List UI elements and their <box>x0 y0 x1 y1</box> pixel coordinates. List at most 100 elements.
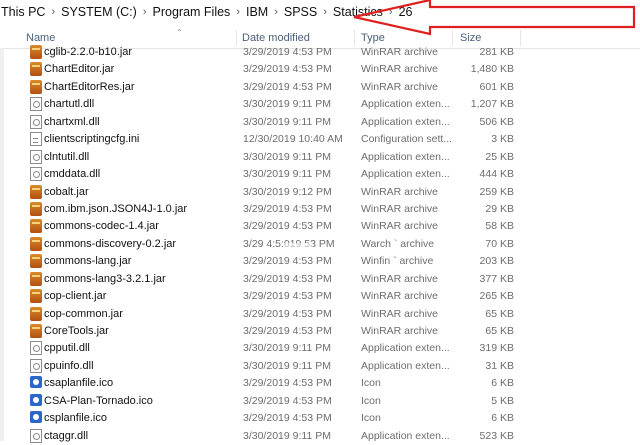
file-date-modified: 3/30/2019 9:11 PM <box>243 429 331 442</box>
file-size: 265 KB <box>479 290 514 303</box>
file-name[interactable]: csplanfile.ico <box>44 412 107 424</box>
breadcrumb-system-drive[interactable]: SYSTEM (C:) <box>57 5 141 19</box>
file-type: WinRAR archive <box>361 307 439 320</box>
file-date-modified: 3/29/2019 4:53 PM <box>243 220 332 233</box>
dll-icon <box>30 358 42 373</box>
file-row[interactable]: clntutil.dll 3/30/2019 9:11 PM Application… <box>0 149 640 166</box>
column-header-name[interactable]: Name <box>26 32 55 44</box>
file-row[interactable]: ChartEditorRes.jar 3/29/2019 4:53 PM WinRA… <box>0 79 640 96</box>
breadcrumb-separator-icon[interactable]: › <box>234 6 242 18</box>
file-name[interactable]: CoreTools.jar <box>44 325 109 337</box>
file-date-modified: 3/29/2019 4:53 PM <box>243 202 332 215</box>
file-row[interactable]: cglib-2.2.0-b10.jar 3/29/2019 4:53 PM WinR… <box>0 44 640 61</box>
file-row[interactable]: CSA-Plan-Tornado.ico 3/29/2019 4:53 PM Ico… <box>0 393 640 410</box>
ico-icon <box>30 376 42 389</box>
file-type: WinRAR archive <box>361 63 439 76</box>
file-name[interactable]: cop-common.jar <box>44 308 123 320</box>
file-name[interactable]: ChartEditorRes.jar <box>44 81 134 93</box>
file-row[interactable]: csaplanfile.ico 3/29/2019 4:53 PM Icon 6 KB <box>0 375 640 392</box>
file-date-modified: 3/30/2019 9:11 PM <box>243 168 331 181</box>
file-size: 25 KB <box>485 150 514 163</box>
file-row[interactable]: commons-lang.jar 3/29/2019 4:53 PM Winfin … <box>0 253 640 270</box>
jar-icon <box>30 219 42 234</box>
file-row[interactable]: cop-client.jar 3/29/2019 4:53 PM WinRAR ar… <box>0 288 640 305</box>
file-size: 3 KB <box>491 133 514 146</box>
file-size: 281 KB <box>479 46 514 58</box>
file-name[interactable]: ChartEditor.jar <box>44 63 114 75</box>
file-row[interactable]: cpuinfo.dll 3/30/2019 9:11 PM Application … <box>0 358 640 375</box>
file-name[interactable]: cpputil.dll <box>44 342 90 354</box>
file-name[interactable]: commons-lang.jar <box>44 255 131 267</box>
breadcrumb-this-pc[interactable]: This PC <box>1 5 49 19</box>
breadcrumb-ibm[interactable]: IBM <box>242 5 272 19</box>
file-type: Application exten... <box>361 342 450 355</box>
file-type: WinRAR archive <box>361 185 439 198</box>
video-blur-artifact <box>283 243 313 257</box>
file-row[interactable]: chartutl.dll 3/30/2019 9:11 PM Application… <box>0 96 640 113</box>
ini-icon <box>30 132 42 147</box>
file-type: Application exten... <box>361 359 450 372</box>
file-date-modified: 3/30/2019 9:11 PM <box>243 342 331 355</box>
file-row[interactable]: ctaggr.dll 3/30/2019 9:11 PM Application e… <box>0 428 640 445</box>
file-name[interactable]: csaplanfile.ico <box>44 377 113 389</box>
file-list[interactable]: cglib-2.2.0-b10.jar 3/29/2019 4:53 PM WinR… <box>0 44 640 445</box>
file-row[interactable]: ChartEditor.jar 3/29/2019 4:53 PM WinRAR a… <box>0 61 640 78</box>
file-row[interactable]: cpputil.dll 3/30/2019 9:11 PM Application … <box>0 340 640 357</box>
file-row[interactable]: com.ibm.json.JSON4J-1.0.jar 3/29/2019 4:5… <box>0 201 640 218</box>
file-row[interactable]: commons-lang3-3.2.1.jar 3/29/2019 4:53 PM… <box>0 271 640 288</box>
breadcrumb-separator-icon[interactable]: › <box>321 6 329 18</box>
file-type: WinRAR archive <box>361 220 439 233</box>
file-date-modified: 12/30/2019 10:40 AM <box>243 133 343 146</box>
file-date-modified: 3/29/2019 4:53 PM <box>243 255 332 268</box>
jar-icon <box>30 306 42 321</box>
column-header-type[interactable]: Type <box>361 32 385 44</box>
breadcrumb-separator-icon[interactable]: › <box>49 6 57 18</box>
file-type: Application exten... <box>361 98 450 111</box>
file-date-modified: 3/29/2019 4:53 PM <box>243 80 332 93</box>
file-type: Application exten... <box>361 115 450 128</box>
file-name[interactable]: cglib-2.2.0-b10.jar <box>44 46 132 58</box>
file-row[interactable]: chartxml.dll 3/30/2019 9:11 PM Application… <box>0 114 640 131</box>
file-name[interactable]: ctaggr.dll <box>44 430 88 442</box>
file-size: 523 KB <box>479 429 514 442</box>
breadcrumb-separator-icon[interactable]: › <box>141 6 149 18</box>
file-row[interactable]: commons-codec-1.4.jar 3/29/2019 4:53 PM Wi… <box>0 218 640 235</box>
file-type: Icon <box>361 394 381 407</box>
file-name[interactable]: chartutl.dll <box>44 98 94 110</box>
column-header-date-modified[interactable]: Date modified <box>242 32 310 44</box>
file-name[interactable]: commons-codec-1.4.jar <box>44 220 159 232</box>
file-date-modified: 3/29/2019 4:53 PM <box>243 290 332 303</box>
file-name[interactable]: chartxml.dll <box>44 116 100 128</box>
breadcrumb-separator-icon[interactable]: › <box>272 6 280 18</box>
file-row[interactable]: clientscriptingcfg.ini 12/30/2019 10:40 A… <box>0 131 640 148</box>
file-row[interactable]: cmddata.dll 3/30/2019 9:11 PM Application … <box>0 166 640 183</box>
file-row[interactable]: cobalt.jar 3/30/2019 9:12 PM WinRAR archiv… <box>0 184 640 201</box>
file-name[interactable]: com.ibm.json.JSON4J-1.0.jar <box>44 203 187 215</box>
file-name[interactable]: clntutil.dll <box>44 151 89 163</box>
file-name[interactable]: cmddata.dll <box>44 168 100 180</box>
jar-icon <box>30 271 42 286</box>
file-size: 1,480 KB <box>470 63 514 76</box>
file-name[interactable]: commons-lang3-3.2.1.jar <box>44 273 166 285</box>
column-header-size[interactable]: Size <box>460 32 481 44</box>
breadcrumb-program-files[interactable]: Program Files <box>149 5 235 19</box>
file-size: 29 KB <box>485 202 514 215</box>
breadcrumb-spss[interactable]: SPSS <box>280 5 321 19</box>
file-name[interactable]: cobalt.jar <box>44 186 89 198</box>
file-date-modified: 3/29/2019 4:53 PM <box>243 412 332 425</box>
file-name[interactable]: commons-discovery-0.2.jar <box>44 238 176 250</box>
file-row[interactable]: csplanfile.ico 3/29/2019 4:53 PM Icon 6 KB <box>0 410 640 427</box>
jar-icon <box>30 184 42 199</box>
file-name[interactable]: clientscriptingcfg.ini <box>44 133 139 145</box>
file-size: 70 KB <box>485 237 514 250</box>
file-name[interactable]: cop-client.jar <box>44 290 106 302</box>
file-row[interactable]: CoreTools.jar 3/29/2019 4:53 PM WinRAR arc… <box>0 323 640 340</box>
jar-icon <box>30 324 42 338</box>
file-row[interactable]: commons-discovery-0.2.jar3/29 4:5:019 53… <box>0 236 640 253</box>
file-name[interactable]: CSA-Plan-Tornado.ico <box>44 395 153 407</box>
file-size: 444 KB <box>479 168 514 181</box>
file-row[interactable]: cop-common.jar 3/29/2019 4:53 PM WinRAR ar… <box>0 306 640 323</box>
file-name[interactable]: cpuinfo.dll <box>44 360 94 372</box>
file-date-modified: 3/29/2019 4:53 PM <box>243 46 332 58</box>
file-date-modified: 3/30/2019 9:11 PM <box>243 359 331 372</box>
